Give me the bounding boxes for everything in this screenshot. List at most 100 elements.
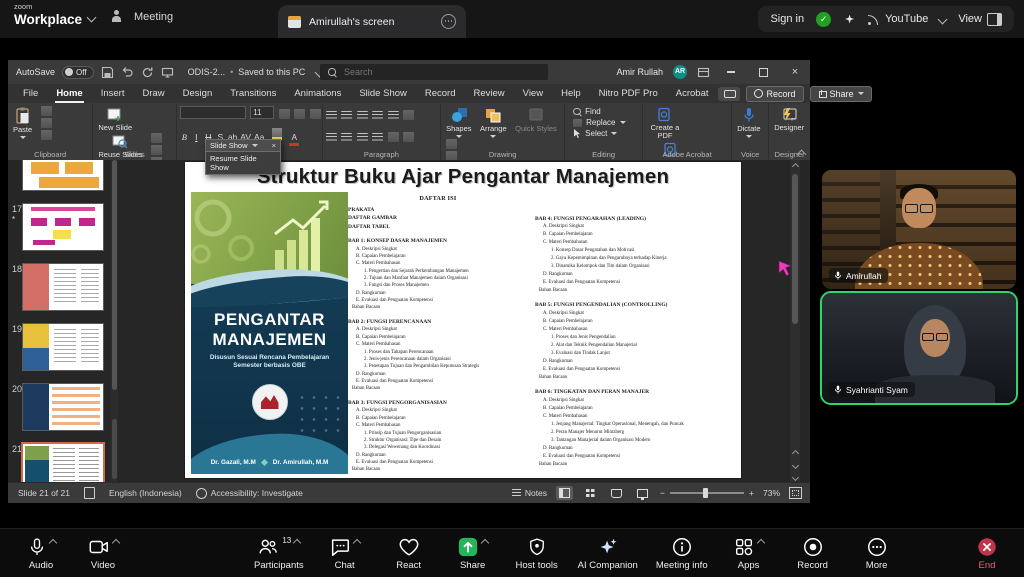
toolbar-button[interactable]: Host tools xyxy=(510,533,564,573)
account-name[interactable]: Amir Rullah xyxy=(616,67,663,77)
increase-indent-icon[interactable] xyxy=(372,111,383,120)
align-center-icon[interactable] xyxy=(341,133,352,142)
new-slide-button[interactable]: New Slide xyxy=(96,106,134,133)
shared-screen-tab[interactable]: Amirullah's screen xyxy=(278,5,466,38)
slide-thumbnail[interactable] xyxy=(23,160,103,190)
format-button[interactable]: I xyxy=(192,132,201,142)
copy-icon[interactable] xyxy=(41,118,52,128)
search-input[interactable] xyxy=(342,66,540,78)
numbering-icon[interactable] xyxy=(341,111,352,120)
font-name-combo[interactable] xyxy=(180,106,246,119)
redo-icon[interactable] xyxy=(141,66,154,79)
presenter-icon[interactable] xyxy=(84,487,95,499)
toolbar-button[interactable]: React xyxy=(382,533,436,573)
chevron-up-icon[interactable] xyxy=(353,539,361,547)
slide-thumbnail[interactable] xyxy=(23,324,103,370)
chevron-up-icon[interactable] xyxy=(481,539,489,547)
toolbar-button[interactable]: Apps xyxy=(722,533,776,573)
ribbon-tab[interactable]: Record xyxy=(416,86,465,102)
undo-icon[interactable] xyxy=(121,66,134,79)
video-tile-syahrianti[interactable]: Syahrianti Syam xyxy=(820,291,1018,405)
slide[interactable]: Struktur Buku Ajar Pengantar Manajemen D… xyxy=(185,162,741,478)
paste-button[interactable]: Paste xyxy=(11,106,34,140)
chevron-up-icon[interactable] xyxy=(293,539,301,547)
ribbon-tab[interactable]: Transitions xyxy=(221,86,285,102)
create-pdf-button[interactable]: Create a PDF xyxy=(646,106,684,141)
slide-thumbnail[interactable] xyxy=(23,384,103,430)
share-button[interactable]: Share xyxy=(810,86,872,102)
zoom-workplace-menu[interactable]: zoom Workplace xyxy=(14,3,95,29)
bullets-icon[interactable] xyxy=(326,111,337,120)
save-icon[interactable] xyxy=(101,66,114,79)
accessibility-status[interactable]: Accessibility: Investigate xyxy=(196,488,303,499)
normal-view-button[interactable] xyxy=(556,486,573,500)
scroll-up-icon[interactable] xyxy=(790,160,800,172)
toolbar-button[interactable]: Record xyxy=(786,533,840,573)
ribbon-tab[interactable]: Review xyxy=(465,86,514,102)
ribbon-display-icon[interactable] xyxy=(697,66,710,79)
ribbon-tab[interactable]: File xyxy=(14,86,47,102)
thumbnail-scrollbar[interactable] xyxy=(110,160,118,483)
view-button[interactable]: View xyxy=(958,13,1002,26)
designer-button[interactable]: Designer xyxy=(772,106,806,133)
ribbon-tab[interactable]: Design xyxy=(174,86,222,102)
smartart-icon[interactable] xyxy=(403,132,414,142)
shape-fill-icon[interactable] xyxy=(446,139,457,149)
font-size-combo[interactable]: 11 xyxy=(250,106,274,119)
end-meeting-button[interactable]: End xyxy=(960,533,1014,573)
slideshow-button[interactable] xyxy=(634,486,651,500)
next-slide-icon[interactable] xyxy=(790,459,800,471)
meeting-tab[interactable]: Meeting xyxy=(112,10,173,23)
slide-counter[interactable]: Slide 21 of 21 xyxy=(18,488,70,498)
replace-button[interactable]: Replace xyxy=(573,118,639,127)
select-button[interactable]: Select xyxy=(573,129,639,138)
youtube-live-button[interactable]: YouTube xyxy=(868,13,946,25)
justify-icon[interactable] xyxy=(372,133,383,142)
present-icon[interactable] xyxy=(161,66,174,79)
language-status[interactable]: English (Indonesia) xyxy=(109,488,182,498)
restore-button[interactable] xyxy=(752,63,774,81)
video-tile-amirullah[interactable]: Amirullah xyxy=(822,170,1016,289)
toolbar-button[interactable]: Share xyxy=(446,533,500,573)
shapes-button[interactable]: Shapes xyxy=(444,106,473,139)
toolbar-button[interactable]: Audio xyxy=(14,533,68,573)
chevron-up-icon[interactable] xyxy=(48,539,56,547)
zoom-out-icon[interactable]: − xyxy=(660,488,665,498)
slide-show-popup-header[interactable]: Slide Show × xyxy=(205,139,281,152)
avatar[interactable]: AR xyxy=(673,65,687,79)
ai-sparkle-icon[interactable] xyxy=(843,13,856,26)
fit-slide-icon[interactable] xyxy=(789,487,802,499)
format-button[interactable]: B xyxy=(180,132,189,142)
autosave-toggle[interactable]: Off xyxy=(62,66,94,79)
arrange-button[interactable]: Arrange xyxy=(478,106,509,139)
zoom-percentage[interactable]: 73% xyxy=(763,488,780,498)
ribbon-tab[interactable]: Acrobat xyxy=(667,86,718,102)
slide-sorter-button[interactable] xyxy=(582,486,599,500)
search-box[interactable] xyxy=(320,64,548,80)
chevron-up-icon[interactable] xyxy=(757,539,765,547)
ribbon-tab[interactable]: Slide Show xyxy=(350,86,416,102)
clear-format-icon[interactable] xyxy=(310,109,321,119)
toolbar-button[interactable]: 13 Participants xyxy=(250,533,308,573)
align-left-icon[interactable] xyxy=(326,133,337,142)
document-title[interactable]: ODIS-2... • Saved to this PC xyxy=(188,67,324,77)
previous-slide-icon[interactable] xyxy=(790,447,800,459)
toolbar-button[interactable]: Video xyxy=(76,533,130,573)
resume-slide-show-item[interactable]: Resume Slide Show xyxy=(205,152,281,175)
minimize-button[interactable] xyxy=(720,63,742,81)
notes-button[interactable]: Notes xyxy=(512,488,547,498)
toolbar-button[interactable]: Meeting info xyxy=(652,533,712,573)
format-painter-icon[interactable] xyxy=(41,130,52,140)
chevron-up-icon[interactable] xyxy=(111,539,119,547)
cut-icon[interactable] xyxy=(41,106,52,116)
comments-icon[interactable] xyxy=(718,87,740,101)
quick-styles-button[interactable]: Quick Styles xyxy=(513,106,559,134)
find-button[interactable]: Find xyxy=(573,107,639,116)
close-button[interactable]: × xyxy=(784,63,806,81)
columns-icon[interactable] xyxy=(388,132,399,142)
slide-thumbnail[interactable] xyxy=(23,204,103,250)
security-shield-icon[interactable] xyxy=(816,12,831,27)
ribbon-tab[interactable]: Home xyxy=(47,86,91,102)
close-icon[interactable]: × xyxy=(272,141,276,150)
ribbon-tab[interactable]: Nitro PDF Pro xyxy=(590,86,667,102)
